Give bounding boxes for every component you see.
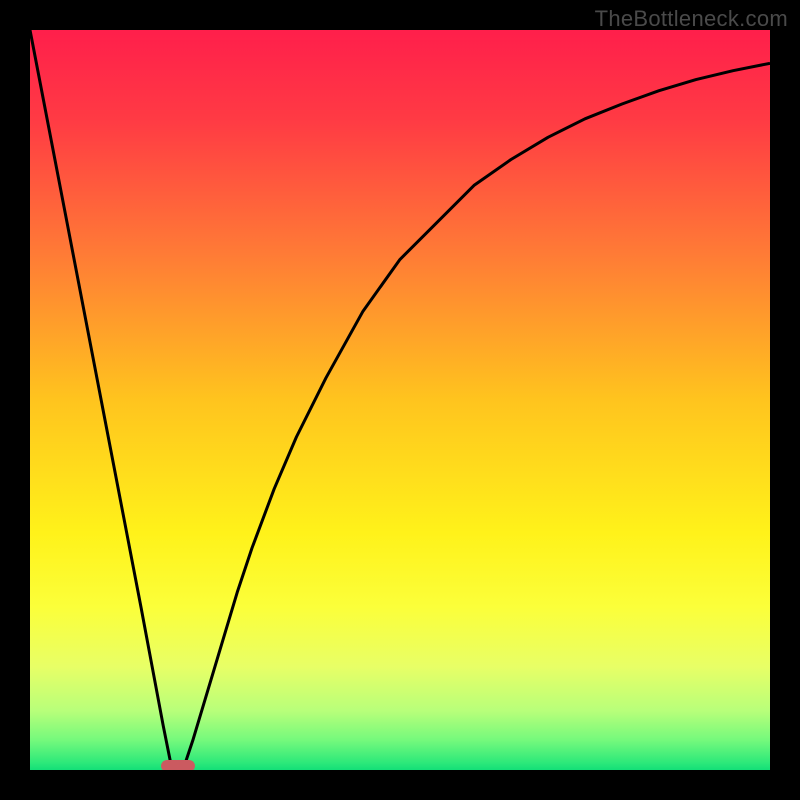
chart-frame: TheBottleneck.com (0, 0, 800, 800)
optimal-point-marker (161, 760, 195, 770)
bottleneck-curve (30, 30, 770, 770)
curve-layer (30, 30, 770, 770)
plot-area (30, 30, 770, 770)
watermark-text: TheBottleneck.com (595, 6, 788, 32)
